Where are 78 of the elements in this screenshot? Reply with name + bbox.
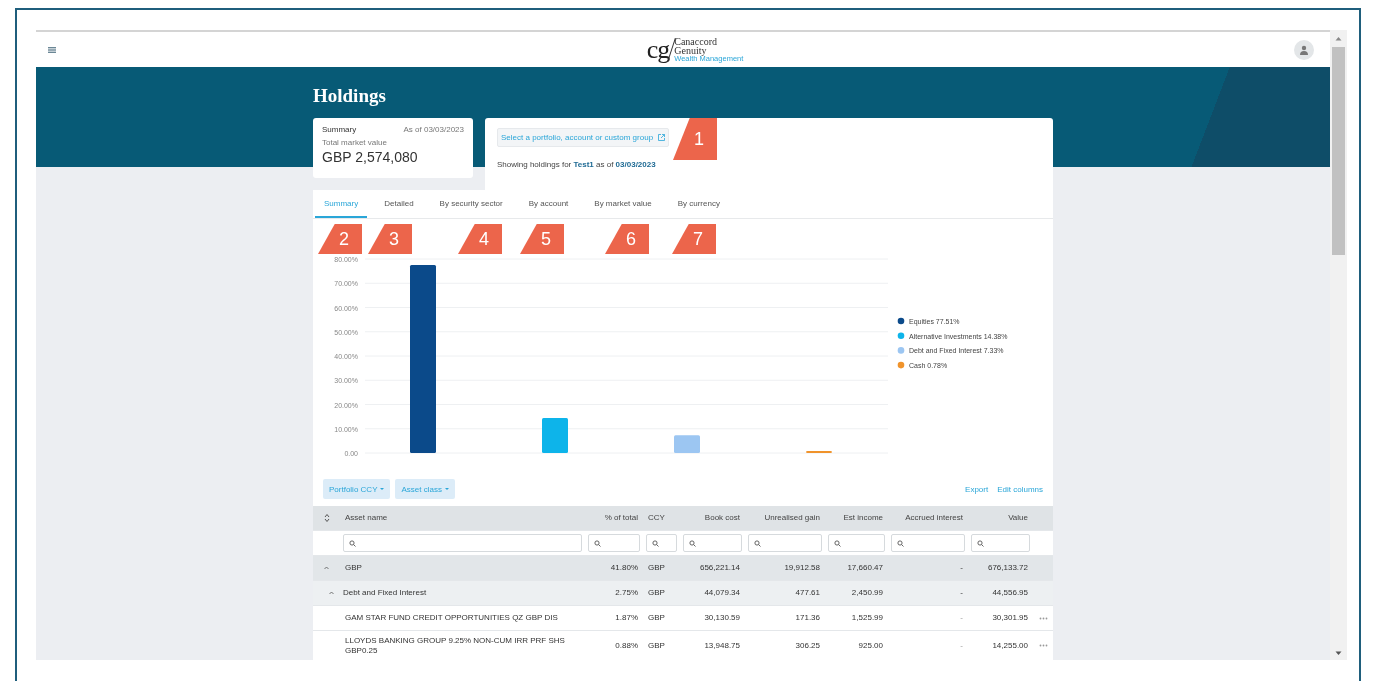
search-icon: [754, 539, 761, 547]
more-icon[interactable]: [1038, 644, 1048, 647]
table-cell: 1.87%: [615, 613, 638, 622]
sort-icon[interactable]: [323, 513, 330, 523]
table-cell: 17,660.47: [847, 563, 883, 572]
table-cell: 656,221.14: [699, 563, 740, 572]
tab[interactable]: By market value: [585, 190, 661, 218]
search-field[interactable]: [828, 534, 885, 552]
user-avatar-icon[interactable]: [1294, 39, 1314, 60]
search-icon: [349, 539, 356, 547]
table-cell: GBP: [648, 563, 665, 572]
column-header[interactable]: Unrealised gain: [745, 513, 825, 523]
table-cell: -: [960, 588, 963, 597]
more-icon[interactable]: [1038, 616, 1048, 620]
table-cell: GBP: [648, 613, 665, 622]
tab[interactable]: By security sector: [430, 190, 512, 218]
table-cell: 477.61: [795, 588, 820, 597]
table-cell: 1,525.99: [851, 613, 883, 622]
menu-icon[interactable]: [48, 46, 56, 53]
column-header[interactable]: CCY: [643, 513, 680, 523]
showing-text: Showing holdings for Test1 as of 03/03/2023: [497, 160, 656, 169]
column-header[interactable]: Book cost: [680, 513, 745, 523]
search-field[interactable]: [683, 534, 742, 552]
search-icon: [897, 539, 904, 547]
tab[interactable]: By account: [519, 190, 578, 218]
table-cell: 171.36: [795, 613, 820, 622]
table-cell: -: [960, 613, 963, 622]
table-cell: GBP: [648, 640, 665, 650]
search-field[interactable]: [748, 534, 822, 552]
table-cell: 19,912.58: [784, 563, 820, 572]
page-title: Holdings: [313, 84, 387, 108]
table-cell: 2.75%: [615, 588, 638, 597]
table-cell: 41.80%: [610, 563, 638, 572]
search-field[interactable]: [971, 534, 1030, 552]
column-header[interactable]: Value: [968, 513, 1033, 523]
as-of-date: As of 03/03/2023: [403, 125, 464, 134]
table-cell: 14,255.00: [992, 640, 1028, 650]
search-field[interactable]: [588, 534, 640, 552]
table-cell: -: [960, 563, 963, 572]
table-cell: 13,948.75: [704, 640, 740, 650]
table-cell: GBP: [345, 563, 362, 572]
search-field[interactable]: [646, 534, 677, 552]
search-field[interactable]: [343, 534, 582, 552]
search-icon: [594, 539, 601, 547]
table-cell: Debt and Fixed Interest: [343, 588, 427, 598]
table-cell: LLOYDS BANKING GROUP 9.25% NON-CUM IRR PRF SHS GBP0.25: [345, 635, 565, 655]
total-value: GBP 2,574,080: [322, 149, 419, 165]
external-link-icon: [658, 134, 666, 141]
table-cell: GAM STAR FUND CREDIT OPPORTUNITIES QZ GBP DIS: [345, 613, 558, 622]
column-header[interactable]: Asset name: [340, 513, 585, 523]
table-cell: 30,301.95: [992, 613, 1028, 622]
caret-icon[interactable]: [329, 591, 334, 595]
table-cell: 0.88%: [615, 640, 638, 650]
table-cell: 44,556.95: [992, 588, 1028, 597]
total-label: Total market value: [322, 138, 388, 147]
table-cell: -: [960, 640, 963, 650]
table-cell: 925.00: [858, 640, 883, 650]
table-cell: 676,133.72: [987, 563, 1028, 572]
tab[interactable]: Detailed: [375, 190, 423, 218]
search-icon: [834, 539, 841, 547]
table-cell: 306.25: [795, 640, 820, 650]
scroll-down-icon[interactable]: [1335, 651, 1342, 656]
search-icon: [689, 539, 696, 547]
column-header[interactable]: Accrued interest: [888, 513, 968, 523]
table-cell: 44,079.34: [704, 588, 740, 597]
column-header[interactable]: Est income: [825, 513, 888, 523]
scrollbar[interactable]: [1330, 30, 1347, 660]
card-title: Summary: [322, 125, 357, 134]
table-cell: GBP: [648, 588, 665, 597]
table-cell: 30,130.59: [704, 613, 740, 622]
scroll-up-icon[interactable]: [1335, 36, 1342, 41]
table-cell: 2,450.99: [851, 588, 883, 597]
search-icon: [977, 539, 984, 547]
tab[interactable]: By currency: [668, 190, 729, 218]
caret-icon[interactable]: [324, 566, 329, 570]
column-header[interactable]: % of total: [585, 513, 643, 523]
search-icon: [652, 539, 659, 547]
search-field[interactable]: [891, 534, 965, 552]
